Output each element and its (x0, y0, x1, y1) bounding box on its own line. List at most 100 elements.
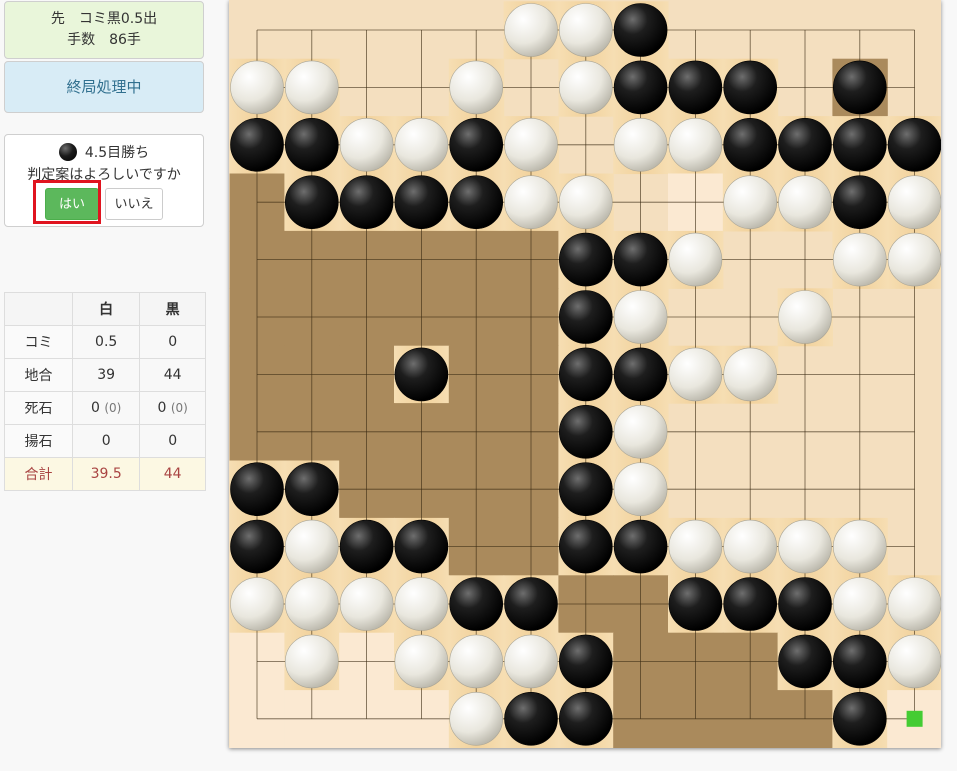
white-stone[interactable] (504, 3, 558, 57)
black-stone[interactable] (558, 290, 613, 344)
white-stone[interactable] (504, 634, 558, 689)
white-stone[interactable] (613, 290, 668, 344)
status-text: 終局処理中 (66, 78, 142, 96)
white-stone[interactable] (558, 175, 613, 229)
white-stone[interactable] (832, 232, 887, 287)
header-black: 黒 (139, 292, 206, 326)
white-stone[interactable] (449, 634, 503, 689)
white-stone[interactable] (504, 175, 558, 229)
black-stone[interactable] (558, 691, 613, 746)
white-stone[interactable] (778, 519, 832, 574)
black-stone[interactable] (504, 577, 558, 631)
go-board[interactable] (229, 0, 941, 748)
black-stone[interactable] (558, 519, 613, 574)
black-stone[interactable] (832, 60, 887, 115)
black-stone[interactable] (558, 347, 613, 402)
white-stone[interactable] (832, 519, 887, 574)
white-stone[interactable] (668, 232, 723, 287)
black-stone[interactable] (832, 175, 887, 229)
black-stone[interactable] (613, 3, 668, 57)
dead-stones-row: 死石 0 (0) 0 (0) (4, 391, 206, 425)
black-stone[interactable] (394, 519, 449, 574)
black-stone[interactable] (778, 577, 832, 631)
white-stone[interactable] (285, 519, 339, 574)
white-stone[interactable] (285, 577, 339, 631)
black-stone[interactable] (339, 519, 394, 574)
white-stone[interactable] (339, 577, 394, 631)
black-stone-icon (58, 143, 77, 161)
white-stone[interactable] (668, 519, 723, 574)
white-stone[interactable] (285, 60, 339, 115)
white-stone[interactable] (613, 118, 668, 172)
black-stone[interactable] (558, 634, 613, 689)
white-stone[interactable] (394, 634, 449, 689)
black-stone[interactable] (832, 691, 887, 746)
go-board-svg[interactable] (229, 0, 941, 748)
black-stone[interactable] (449, 175, 503, 229)
black-stone[interactable] (230, 519, 284, 574)
black-stone[interactable] (723, 577, 778, 631)
white-stone[interactable] (449, 60, 503, 115)
black-stone[interactable] (558, 232, 613, 287)
white-stone[interactable] (613, 462, 668, 517)
white-stone[interactable] (668, 347, 723, 402)
black-stone[interactable] (832, 634, 887, 689)
white-stone[interactable] (887, 634, 941, 689)
white-stone[interactable] (230, 577, 284, 631)
black-stone[interactable] (778, 634, 832, 689)
black-stone[interactable] (668, 60, 723, 115)
black-stone[interactable] (230, 118, 284, 172)
black-stone[interactable] (339, 175, 394, 229)
black-stone[interactable] (887, 118, 941, 172)
row-label: 揚石 (4, 424, 73, 458)
white-stone[interactable] (504, 118, 558, 172)
black-dead-count: 0 (157, 400, 167, 416)
no-button[interactable]: いいえ (105, 188, 163, 220)
black-stone[interactable] (504, 691, 558, 746)
white-stone[interactable] (285, 634, 339, 689)
black-stone[interactable] (723, 60, 778, 115)
black-stone[interactable] (558, 462, 613, 517)
black-stone[interactable] (285, 118, 339, 172)
white-stone[interactable] (558, 3, 613, 57)
white-stone[interactable] (230, 60, 284, 115)
white-stone[interactable] (723, 175, 778, 229)
game-info-box: 先 コミ黒0.5出 手数 86手 (4, 1, 204, 59)
black-stone[interactable] (613, 232, 668, 287)
black-stone[interactable] (613, 347, 668, 402)
black-stone[interactable] (394, 175, 449, 229)
white-stone[interactable] (887, 175, 941, 229)
white-stone[interactable] (887, 577, 941, 631)
white-stone[interactable] (394, 118, 449, 172)
white-stone[interactable] (613, 404, 668, 459)
white-stone[interactable] (778, 290, 832, 344)
black-stone[interactable] (723, 118, 778, 172)
black-stone[interactable] (285, 462, 339, 517)
white-stone[interactable] (832, 577, 887, 631)
black-stone[interactable] (558, 404, 613, 459)
black-stone[interactable] (449, 118, 503, 172)
white-stone[interactable] (723, 519, 778, 574)
black-value: 44 (139, 358, 206, 392)
white-stone[interactable] (339, 118, 394, 172)
move-count-text: 手数 86手 (67, 32, 141, 48)
black-stone[interactable] (230, 462, 284, 517)
black-stone[interactable] (449, 577, 503, 631)
white-stone[interactable] (887, 232, 941, 287)
black-stone[interactable] (668, 577, 723, 631)
white-stone[interactable] (668, 118, 723, 172)
row-label: 合計 (4, 457, 73, 491)
black-stone[interactable] (778, 118, 832, 172)
white-stone[interactable] (723, 347, 778, 402)
black-stone[interactable] (285, 175, 339, 229)
white-stone[interactable] (394, 577, 449, 631)
white-stone[interactable] (778, 175, 832, 229)
black-stone[interactable] (394, 347, 449, 402)
black-stone[interactable] (613, 60, 668, 115)
header-blank (4, 292, 73, 326)
white-stone[interactable] (449, 691, 503, 746)
black-stone[interactable] (832, 118, 887, 172)
black-stone[interactable] (613, 519, 668, 574)
row-label: コミ (4, 325, 73, 359)
white-stone[interactable] (558, 60, 613, 115)
